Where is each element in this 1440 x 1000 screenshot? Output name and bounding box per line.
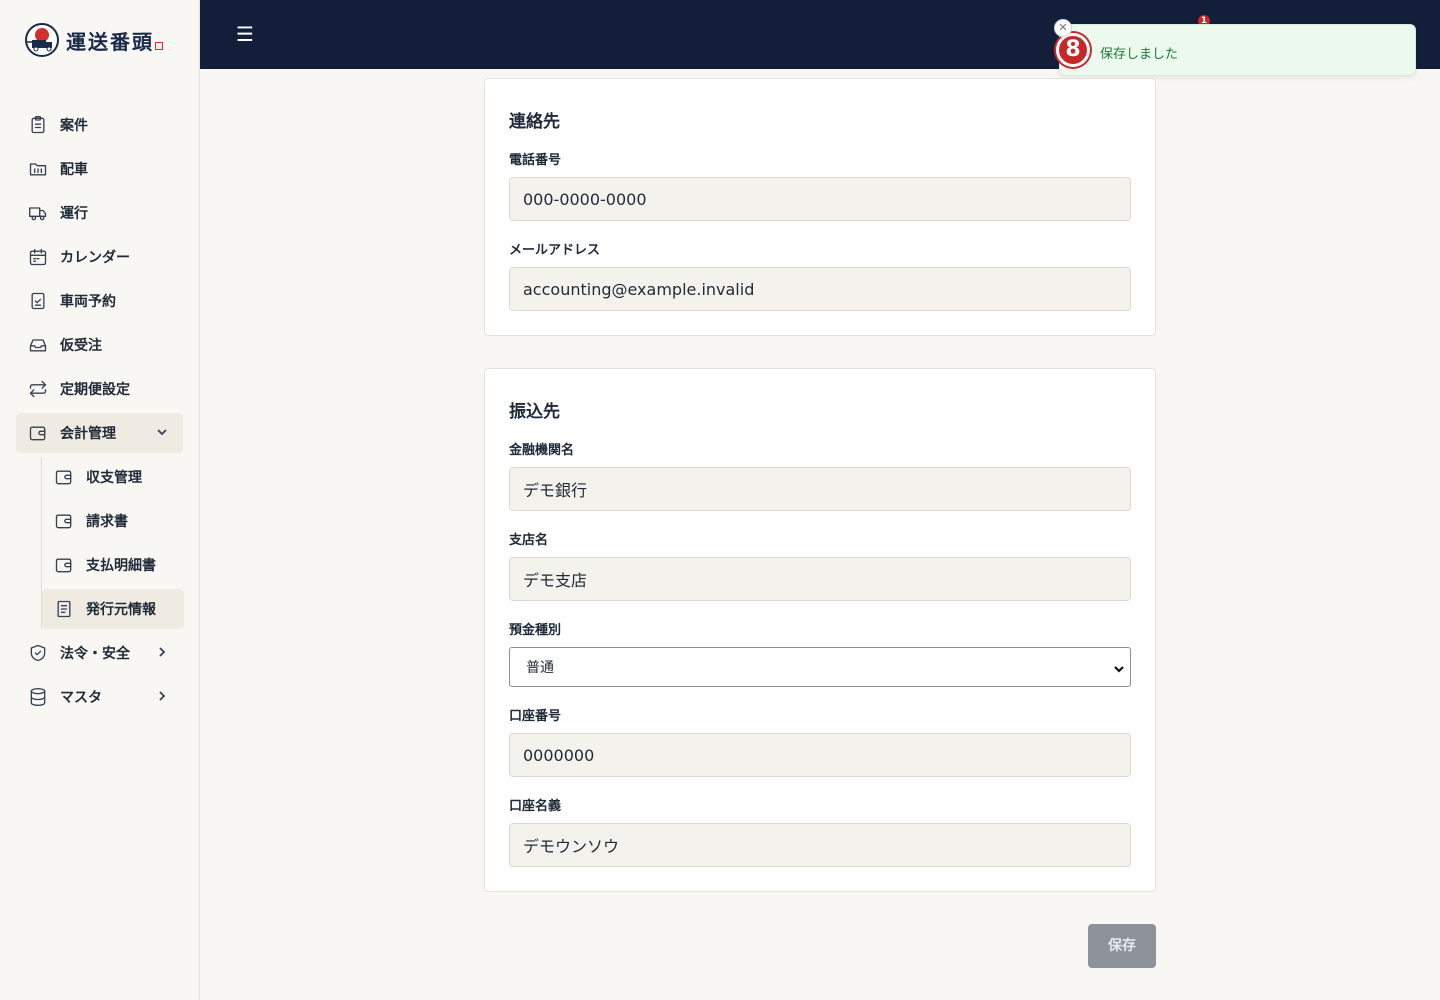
sidebar-item-label: 支払明細書 <box>86 558 156 574</box>
sidebar-item-label: 発行元情報 <box>86 602 156 618</box>
branch-field[interactable] <box>509 557 1131 601</box>
phone-field[interactable] <box>509 177 1131 221</box>
wallet-icon <box>54 511 74 531</box>
wallet-icon <box>54 555 74 575</box>
brand-logo[interactable]: 運送番頭 <box>24 22 163 58</box>
account-type-label: 預金種別 <box>509 623 562 638</box>
toast-message: 保存しました <box>1100 47 1179 62</box>
truck-sun-logo-icon <box>25 23 59 57</box>
toast-close-icon[interactable]: ✕ <box>1054 19 1072 37</box>
sidebar-item-accounting[interactable]: 会計管理 <box>16 413 183 453</box>
account-holder-field[interactable] <box>509 823 1131 867</box>
chevron-down-icon <box>1114 662 1124 673</box>
menu-toggle-icon[interactable]: ☰ <box>236 24 256 44</box>
bank-name-field[interactable] <box>509 467 1131 511</box>
brand-name: 運送番頭 <box>66 29 154 54</box>
calendar-icon <box>28 247 48 267</box>
document-icon <box>54 599 74 619</box>
toast-badge-icon: 8 <box>1056 33 1090 67</box>
sidebar-item-label: 運行 <box>60 206 88 222</box>
contact-card: 連絡先 電話番号 メールアドレス <box>484 78 1156 336</box>
sidebar-item-cases[interactable]: 案件 <box>16 105 183 145</box>
account-number-field[interactable] <box>509 733 1131 777</box>
chevron-right-icon <box>155 645 169 659</box>
sidebar-item-label: 会計管理 <box>60 426 116 442</box>
sidebar-item-label: 定期便設定 <box>60 382 130 398</box>
inbox-icon <box>28 335 48 355</box>
sidebar: 運送番頭 案件 配車 運行 カレンダー 車両予約 仮受注 定期便設定 会計管理 … <box>0 0 200 1000</box>
bank-name-label: 金融機関名 <box>509 443 575 458</box>
success-toast: 8 保存しました <box>1056 24 1416 76</box>
bank-card: 振込先 金融機関名 支店名 預金種別 普通 口座番号 口座名義 <box>484 368 1156 892</box>
folder-icon <box>28 159 48 179</box>
sidebar-item-label: 車両予約 <box>60 294 116 310</box>
sidebar-item-master[interactable]: マスタ <box>16 677 183 717</box>
sidebar-item-vehicle-booking[interactable]: 車両予約 <box>16 281 183 321</box>
sidebar-nav: 案件 配車 運行 カレンダー 車両予約 仮受注 定期便設定 会計管理 収支管理 … <box>16 105 184 721</box>
sidebar-item-provisional-orders[interactable]: 仮受注 <box>16 325 183 365</box>
sidebar-item-legal-safety[interactable]: 法令・安全 <box>16 633 183 673</box>
sidebar-item-operation[interactable]: 運行 <box>16 193 183 233</box>
accounting-submenu: 収支管理 請求書 支払明細書 発行元情報 <box>41 457 184 629</box>
clipboard-icon <box>28 115 48 135</box>
sidebar-item-label: マスタ <box>60 690 102 706</box>
repeat-icon <box>28 379 48 399</box>
sidebar-item-label: 案件 <box>60 118 88 134</box>
sidebar-item-invoices[interactable]: 請求書 <box>42 501 184 541</box>
account-type-value: 普通 <box>526 660 554 676</box>
sidebar-item-scheduled-routes[interactable]: 定期便設定 <box>16 369 183 409</box>
sidebar-item-label: 配車 <box>60 162 88 178</box>
chevron-right-icon <box>155 689 169 703</box>
sidebar-item-income-expense[interactable]: 収支管理 <box>42 457 184 497</box>
brand-seal <box>155 42 163 50</box>
sidebar-item-label: カレンダー <box>60 250 130 266</box>
chevron-down-icon <box>155 425 169 439</box>
sidebar-item-payment-statements[interactable]: 支払明細書 <box>42 545 184 585</box>
database-icon <box>28 687 48 707</box>
account-number-label: 口座番号 <box>509 709 562 724</box>
wallet-icon <box>54 467 74 487</box>
clipboard-check-icon <box>28 291 48 311</box>
sidebar-item-issuer-info[interactable]: 発行元情報 <box>42 589 184 629</box>
contact-title: 連絡先 <box>509 112 560 132</box>
account-holder-label: 口座名義 <box>509 799 562 814</box>
truck-icon <box>28 203 48 223</box>
sidebar-item-label: 請求書 <box>86 514 128 530</box>
sidebar-item-label: 仮受注 <box>60 338 102 354</box>
shield-check-icon <box>28 643 48 663</box>
bank-title: 振込先 <box>509 402 560 422</box>
branch-label: 支店名 <box>509 533 549 548</box>
wallet-icon <box>28 423 48 443</box>
email-label: メールアドレス <box>509 243 601 258</box>
account-type-select[interactable]: 普通 <box>509 647 1131 687</box>
sidebar-item-label: 法令・安全 <box>60 646 130 662</box>
phone-label: 電話番号 <box>509 153 562 168</box>
save-button[interactable]: 保存 <box>1088 924 1156 968</box>
sidebar-item-calendar[interactable]: カレンダー <box>16 237 183 277</box>
sidebar-item-label: 収支管理 <box>86 470 142 486</box>
email-field[interactable] <box>509 267 1131 311</box>
sidebar-item-dispatch[interactable]: 配車 <box>16 149 183 189</box>
